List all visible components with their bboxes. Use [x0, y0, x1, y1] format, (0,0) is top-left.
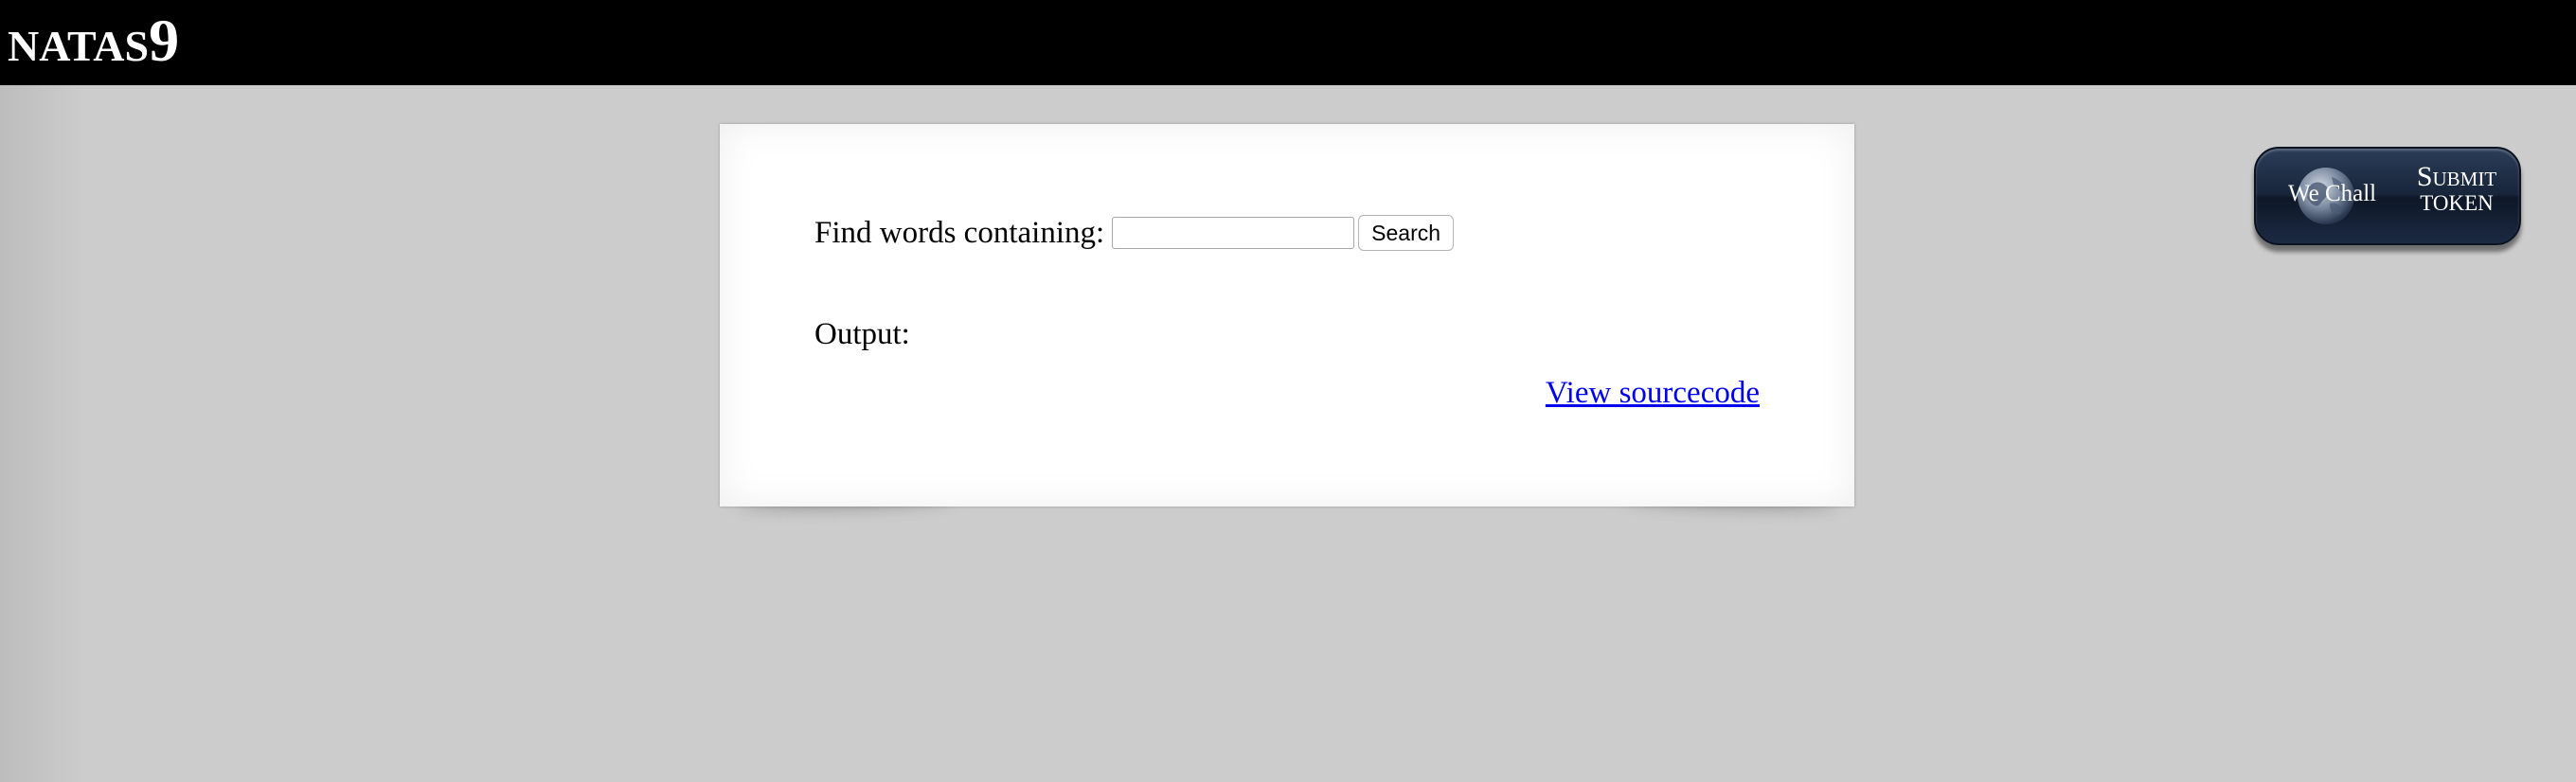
submit-token-line1: Submit — [2416, 161, 2497, 192]
submit-token-label: Submit TOKEN — [2406, 162, 2508, 215]
header-bar: NATAS9 — [0, 0, 2576, 85]
view-sourcecode-link[interactable]: View sourcecode — [1546, 376, 1760, 411]
site-title: NATAS9 — [8, 6, 179, 76]
page-background-shade — [0, 85, 85, 782]
content-panel: Find words containing: Search Output: Vi… — [720, 124, 1854, 507]
search-input[interactable] — [1112, 217, 1355, 249]
submit-token-line2: TOKEN — [2420, 190, 2494, 215]
site-title-name: NATAS — [8, 22, 150, 70]
wechall-logo-text: We Chall — [2288, 181, 2377, 206]
site-title-level: 9 — [149, 7, 180, 74]
output-label: Output: — [814, 317, 910, 351]
search-label: Find words containing: — [814, 215, 1105, 250]
wechall-submit-token-button[interactable]: We Chall Submit TOKEN — [2254, 147, 2521, 245]
search-button[interactable]: Search — [1358, 215, 1455, 251]
search-form: Find words containing: Search — [814, 215, 1455, 251]
